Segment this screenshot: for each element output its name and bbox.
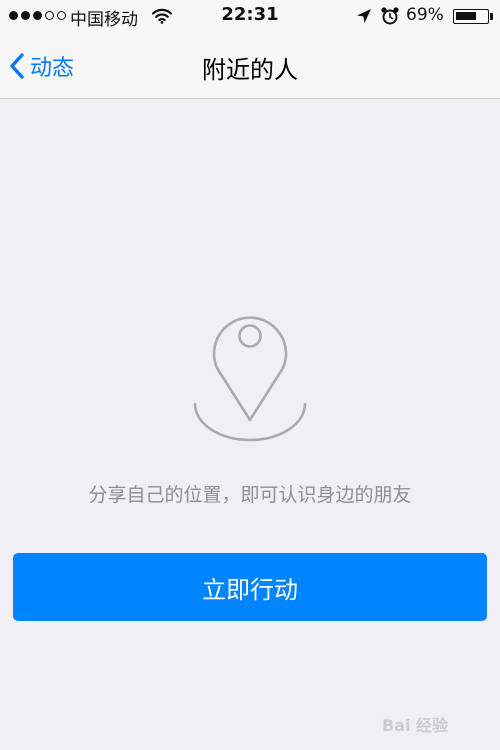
battery-level <box>456 12 476 20</box>
battery-percent: 69% <box>406 5 444 25</box>
map-pin-icon <box>190 290 310 449</box>
top-bar: 中国移动 22:31 69% 动态 附近的人 <box>0 0 500 99</box>
page-title: 附近的人 <box>202 56 298 84</box>
status-bar: 中国移动 22:31 69% <box>0 0 500 32</box>
battery-icon <box>453 9 489 24</box>
start-action-button[interactable]: 立即行动 <box>13 553 487 621</box>
location-arrow-icon <box>356 8 372 28</box>
navigation-bar: 动态 附近的人 <box>0 32 500 98</box>
battery-tip <box>490 13 493 20</box>
empty-state-hint: 分享自己的位置，即可认识身边的朋友 <box>88 484 412 506</box>
alarm-icon <box>380 6 400 30</box>
watermark-logo: Bai 经验 <box>382 716 449 735</box>
